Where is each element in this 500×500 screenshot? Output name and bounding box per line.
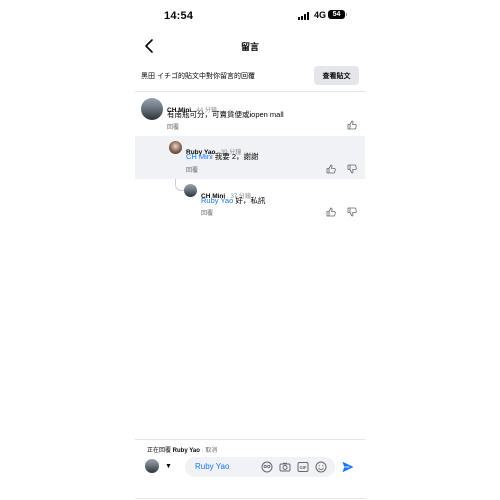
reply-link[interactable]: 回覆 (201, 208, 213, 217)
input-value[interactable]: Ruby Yao (195, 462, 229, 471)
avatar[interactable] (184, 184, 197, 197)
reply-link[interactable]: 回覆 (167, 122, 179, 131)
comment-item-highlighted: Ruby Yao · 39 分鐘 CH Mini 我要 2，謝謝 回覆 (135, 136, 365, 179)
avatar[interactable] (141, 98, 163, 120)
dislike-icon[interactable] (347, 164, 357, 174)
signal-icon (298, 12, 310, 20)
divider (135, 439, 365, 440)
status-bar: 14:54 4G 54 (135, 0, 365, 30)
comment-item: CH Mini · 37 分鐘 Ruby Yao 好，私訊 回覆 (135, 180, 365, 220)
avatar[interactable] (169, 141, 182, 154)
mention-link[interactable]: CH Mini (186, 152, 213, 161)
comment-body: 好，私訊 (233, 196, 266, 205)
replying-prefix: 正在回覆 (147, 448, 173, 454)
dislike-icon[interactable] (347, 207, 357, 217)
context-bar: 黑田 イチゴ的貼文中對你留言的回覆 查看貼文 (135, 64, 365, 88)
context-text: 黑田 イチゴ的貼文中對你留言的回覆 (141, 73, 255, 80)
page-header: 留言 (135, 34, 365, 58)
replying-name: Ruby Yao (172, 448, 200, 454)
like-icon[interactable] (326, 207, 336, 217)
battery-icon: 54 (328, 10, 347, 19)
mention-link[interactable]: Ruby Yao (201, 196, 233, 205)
like-icon[interactable] (326, 164, 336, 174)
view-post-button[interactable]: 查看貼文 (314, 66, 359, 85)
emoji-icon[interactable] (315, 461, 327, 473)
like-icon[interactable] (347, 120, 357, 130)
network-label: 4G (314, 10, 327, 20)
status-time: 14:54 (164, 10, 194, 22)
svg-text:GIF: GIF (300, 465, 307, 470)
page-title: 留言 (240, 42, 259, 52)
divider (135, 91, 365, 92)
gif-icon[interactable]: GIF (297, 461, 309, 473)
send-icon[interactable] (341, 460, 355, 474)
divider (135, 498, 365, 499)
comment-text: CH Mini 我要 2，謝謝 (186, 151, 259, 162)
reply-link[interactable]: 回覆 (186, 165, 198, 174)
comment-text: 有南瓶可分，可賣貨便或iopen mall (167, 110, 284, 119)
comment-item: CH Mini · 44 分鐘 有南瓶可分，可賣貨便或iopen mall 回覆 (135, 95, 365, 133)
avatar[interactable] (145, 459, 159, 473)
avatar-sticker-icon[interactable] (261, 461, 273, 473)
comment-text: Ruby Yao 好，私訊 (201, 195, 265, 206)
replying-indicator: 正在回覆 Ruby Yao · 取消 (147, 445, 217, 454)
comment-body: 我要 2，謝謝 (212, 152, 259, 161)
camera-icon[interactable] (279, 461, 291, 473)
cancel-reply-link[interactable]: · 取消 (200, 448, 218, 454)
comment-input[interactable]: Ruby Yao GIF (185, 457, 335, 477)
phone-screen: 14:54 4G 54 留言 黑田 イチゴ的貼文中對你留言的回覆 查看貼文 CH… (135, 0, 365, 500)
chevron-down-icon[interactable]: ▼ (165, 463, 172, 470)
